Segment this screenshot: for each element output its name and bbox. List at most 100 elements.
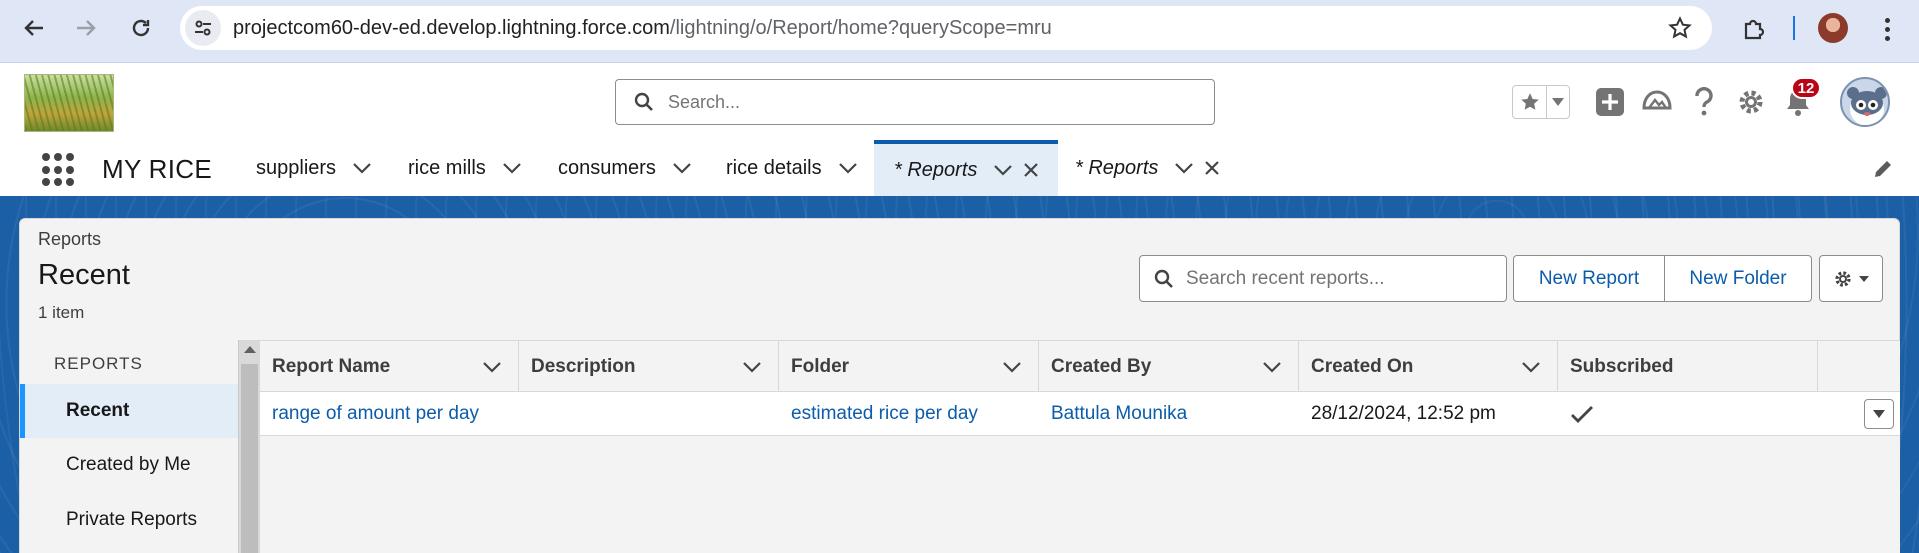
site-info-icon[interactable] xyxy=(185,10,221,46)
sidebar-item-private-reports[interactable]: Private Reports xyxy=(20,493,238,547)
chevron-down-icon[interactable] xyxy=(1174,158,1194,178)
chevron-down-icon[interactable] xyxy=(482,357,502,377)
sidebar-scrollbar[interactable] xyxy=(238,340,260,553)
search-recent-reports-input[interactable]: Search recent reports... xyxy=(1139,255,1507,302)
new-folder-button[interactable]: New Folder xyxy=(1665,255,1812,302)
column-header-folder[interactable]: Folder xyxy=(779,341,1039,393)
reload-icon[interactable] xyxy=(127,14,155,42)
sidebar-item-created-by-me[interactable]: Created by Me xyxy=(20,438,238,492)
chevron-down-icon[interactable] xyxy=(838,158,858,178)
nav-item-label: consumers xyxy=(558,156,656,179)
edit-nav-pencil-icon[interactable] xyxy=(1872,158,1896,182)
report-created-on: 28/12/2024, 12:52 pm xyxy=(1311,403,1496,424)
trailhead-icon[interactable] xyxy=(1641,85,1673,119)
url-host: projectcom60-dev-ed.develop.lightning.fo… xyxy=(233,16,670,39)
report-name-link[interactable]: range of amount per day xyxy=(260,392,479,436)
app-navigation-bar: MY RICE suppliers rice mills consumers r… xyxy=(0,140,1919,196)
row-actions-button[interactable] xyxy=(1864,399,1894,429)
nav-item-label: * Reports xyxy=(894,158,978,181)
url-text: projectcom60-dev-ed.develop.lightning.fo… xyxy=(233,17,1052,40)
app-launcher-icon[interactable] xyxy=(42,153,76,187)
search-icon xyxy=(634,92,653,111)
tab-reports-active[interactable]: * Reports xyxy=(874,140,1058,196)
scroll-up-arrow-icon[interactable] xyxy=(244,346,256,353)
close-icon[interactable] xyxy=(1202,158,1222,178)
chevron-down-icon[interactable] xyxy=(502,158,522,178)
favorites-button[interactable] xyxy=(1512,85,1570,119)
app-name: MY RICE xyxy=(102,154,212,184)
profile-avatar[interactable] xyxy=(1818,13,1848,43)
setup-gear-icon[interactable] xyxy=(1735,85,1767,119)
nav-item-rice-details[interactable]: rice details xyxy=(726,140,858,196)
column-header-label: Subscribed xyxy=(1570,356,1674,377)
global-search-placeholder: Search... xyxy=(668,91,741,112)
browser-menu-icon[interactable] xyxy=(1877,14,1897,44)
address-bar[interactable]: projectcom60-dev-ed.develop.lightning.fo… xyxy=(180,6,1712,50)
favorites-star-icon[interactable] xyxy=(1513,86,1547,118)
close-icon[interactable] xyxy=(1021,160,1041,180)
bookmark-star-icon[interactable] xyxy=(1666,14,1694,42)
column-header-report-name[interactable]: Report Name xyxy=(260,341,519,393)
reports-sidebar: REPORTS Recent Created by Me Private Rep… xyxy=(20,340,238,553)
nav-item-label: suppliers xyxy=(256,156,337,179)
column-header-actions xyxy=(1818,341,1900,393)
extensions-icon[interactable] xyxy=(1739,14,1769,44)
search-recent-reports-placeholder: Search recent reports... xyxy=(1186,267,1385,289)
chevron-down-icon[interactable] xyxy=(352,158,372,178)
sidebar-item-recent[interactable]: Recent xyxy=(20,384,238,438)
org-logo xyxy=(24,74,114,132)
column-header-created-by[interactable]: Created By xyxy=(1039,341,1299,393)
reports-table: Report Name Description Folder Created B… xyxy=(260,340,1900,553)
tab-reports[interactable]: * Reports xyxy=(1075,140,1222,196)
nav-item-suppliers[interactable]: suppliers xyxy=(256,140,372,196)
subscribed-check-icon xyxy=(1558,392,1594,436)
reports-list-card: Reports Recent 1 item Search recent repo… xyxy=(19,218,1900,553)
column-header-subscribed[interactable]: Subscribed xyxy=(1558,341,1818,393)
table-row: range of amount per day estimated rice p… xyxy=(260,392,1900,436)
global-search-input[interactable]: Search... xyxy=(615,79,1215,125)
url-path: /lightning/o/Report/home?queryScope=mru xyxy=(669,16,1052,39)
chevron-down-icon[interactable] xyxy=(672,158,692,178)
chevron-down-icon[interactable] xyxy=(993,160,1013,180)
search-icon xyxy=(1154,269,1173,288)
list-settings-button[interactable] xyxy=(1819,255,1883,302)
chevron-down-icon[interactable] xyxy=(1002,357,1022,377)
new-report-button[interactable]: New Report xyxy=(1513,255,1665,302)
chevron-down-icon xyxy=(1873,410,1885,418)
column-header-created-on[interactable]: Created On xyxy=(1299,341,1558,393)
column-header-label: Report Name xyxy=(272,356,391,377)
global-actions-icon[interactable] xyxy=(1594,85,1626,119)
toolbar-divider xyxy=(1793,16,1795,40)
nav-item-label: rice mills xyxy=(408,156,486,179)
app-header: Search... 12 MY RICE suppliers rice mill… xyxy=(0,63,1919,199)
browser-toolbar: projectcom60-dev-ed.develop.lightning.fo… xyxy=(0,0,1919,63)
nav-item-consumers[interactable]: consumers xyxy=(558,140,692,196)
column-header-label: Folder xyxy=(791,356,850,377)
nav-item-label: * Reports xyxy=(1075,156,1159,179)
sidebar-section-title: REPORTS xyxy=(54,354,143,373)
nav-item-label: rice details xyxy=(726,156,822,179)
user-avatar-icon[interactable] xyxy=(1840,77,1890,127)
chevron-down-icon[interactable] xyxy=(1262,357,1282,377)
notification-count-badge: 12 xyxy=(1791,77,1821,99)
chevron-down-icon xyxy=(1859,275,1869,282)
report-folder-link[interactable]: estimated rice per day xyxy=(779,392,978,436)
page-title: Recent xyxy=(38,259,130,291)
scrollbar-thumb[interactable] xyxy=(241,364,258,553)
object-label: Reports xyxy=(38,229,102,249)
column-header-label: Created By xyxy=(1051,356,1152,377)
forward-icon[interactable] xyxy=(72,14,100,42)
back-icon[interactable] xyxy=(20,14,48,42)
favorites-dropdown-icon[interactable] xyxy=(1547,86,1569,118)
nav-item-rice-mills[interactable]: rice mills xyxy=(408,140,522,196)
report-created-by-link[interactable]: Battula Mounika xyxy=(1039,392,1187,436)
report-description xyxy=(519,392,531,436)
chevron-down-icon[interactable] xyxy=(742,357,762,377)
column-header-label: Description xyxy=(531,356,636,377)
item-count: 1 item xyxy=(38,303,85,322)
chevron-down-icon[interactable] xyxy=(1521,357,1541,377)
gear-icon xyxy=(1835,270,1851,287)
column-header-label: Created On xyxy=(1311,356,1414,377)
column-header-description[interactable]: Description xyxy=(519,341,779,393)
help-icon[interactable] xyxy=(1688,85,1720,119)
